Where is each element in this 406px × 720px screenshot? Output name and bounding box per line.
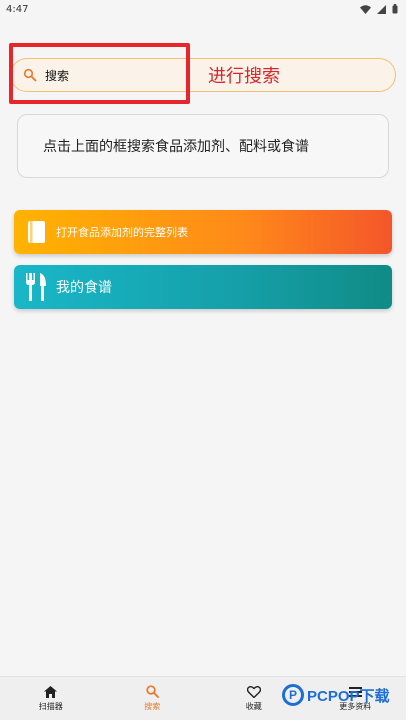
search-bar[interactable] xyxy=(10,58,396,92)
status-bar: 4:47 xyxy=(0,0,406,18)
nav-favorites-label: 收藏 xyxy=(245,701,262,711)
book-icon xyxy=(22,220,52,244)
search-hint-text: 点击上面的框搜索食品添加剂、配料或食谱 xyxy=(43,139,309,155)
heart-icon xyxy=(246,685,261,698)
nav-scanner-label: 扫描器 xyxy=(38,701,63,711)
search-icon xyxy=(23,68,37,82)
battery-icon xyxy=(392,4,398,14)
nav-scanner[interactable]: 扫描器 xyxy=(11,685,91,712)
search-hint-card: 点击上面的框搜索食品添加剂、配料或食谱 xyxy=(17,114,389,178)
watermark-logo-icon: P xyxy=(282,684,304,706)
home-icon xyxy=(44,685,58,698)
wifi-icon xyxy=(360,4,371,14)
search-input[interactable] xyxy=(45,68,185,82)
my-recipes-label: 我的食谱 xyxy=(56,280,112,296)
nav-search-label: 搜索 xyxy=(144,702,161,711)
nav-search[interactable]: 搜索 xyxy=(112,685,192,712)
cutlery-icon xyxy=(22,272,52,302)
status-time: 4:47 xyxy=(6,3,29,15)
search-icon xyxy=(146,685,159,698)
watermark: P PCPOP下载 xyxy=(282,684,390,706)
watermark-text: PCPOP下载 xyxy=(307,687,390,705)
additives-list-label: 打开食品添加剂的完整列表 xyxy=(56,226,188,239)
status-icons xyxy=(360,4,398,14)
annotation-label: 进行搜索 xyxy=(208,66,280,87)
my-recipes-button[interactable]: 我的食谱 xyxy=(14,265,392,309)
signal-icon xyxy=(377,4,386,14)
additives-list-button[interactable]: 打开食品添加剂的完整列表 xyxy=(14,210,392,254)
